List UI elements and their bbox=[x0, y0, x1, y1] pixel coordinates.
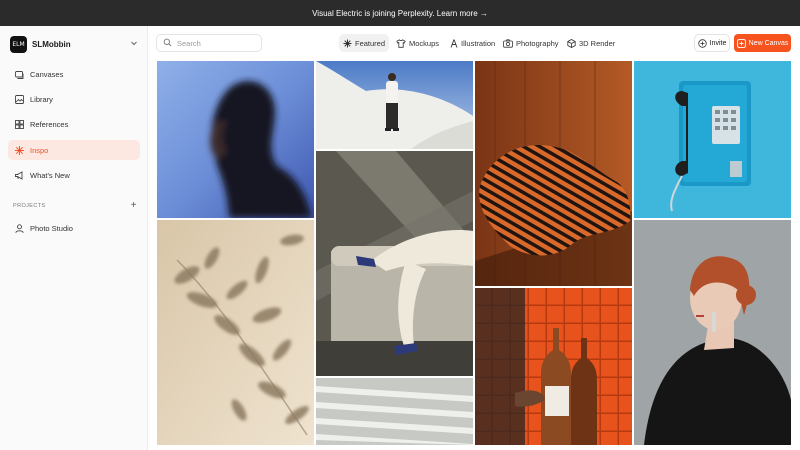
tab-label: Mockups bbox=[409, 38, 440, 48]
sidebar-item-references[interactable]: References bbox=[8, 114, 140, 134]
references-icon bbox=[13, 118, 25, 130]
gallery-image-light-stripes[interactable] bbox=[316, 378, 473, 445]
projects-heading: PROJECTS bbox=[13, 202, 46, 209]
search-input[interactable] bbox=[177, 38, 257, 48]
add-project-plus-icon[interactable]: + bbox=[131, 200, 137, 211]
sparkle-icon bbox=[343, 39, 352, 48]
workspace-logo: ELM bbox=[10, 35, 27, 53]
tshirt-icon bbox=[396, 38, 406, 48]
sidebar-item-whats-new[interactable]: What's New bbox=[8, 165, 140, 185]
new-canvas-button[interactable]: New Canvas bbox=[734, 34, 791, 52]
gallery-image-striped-fabric[interactable] bbox=[475, 61, 632, 286]
tab-mockups[interactable]: Mockups bbox=[392, 34, 443, 52]
tab-label: Photography bbox=[516, 38, 559, 48]
gallery-image-wine-bottles[interactable] bbox=[475, 288, 632, 445]
announcement-banner[interactable]: Visual Electric is joining Perplexity. L… bbox=[0, 0, 800, 26]
workspace-name: SLMobbin bbox=[32, 39, 71, 49]
gallery-image-red-haired-woman[interactable] bbox=[634, 220, 791, 445]
sidebar-item-label: What's New bbox=[30, 170, 70, 180]
gallery-image-legs-on-sofa[interactable] bbox=[316, 151, 473, 376]
tab-illustration[interactable]: Illustration bbox=[446, 34, 499, 52]
gallery-image-blurred-portrait[interactable] bbox=[157, 61, 314, 218]
invite-label: Invite bbox=[709, 39, 727, 47]
sidebar-item-label: Inspo bbox=[30, 145, 49, 155]
workspace-switcher[interactable]: ELM SLMobbin bbox=[10, 35, 138, 53]
tab-label: Featured bbox=[355, 38, 386, 48]
gallery-image-blue-payphone[interactable] bbox=[634, 61, 791, 218]
gallery-image-leaf-shadow[interactable] bbox=[157, 220, 314, 445]
sidebar: ELM SLMobbin Canvases Library References… bbox=[0, 26, 148, 450]
tab-label: 3D Render bbox=[579, 38, 616, 48]
library-icon bbox=[13, 93, 25, 105]
canvases-icon bbox=[13, 68, 25, 80]
sidebar-item-canvases[interactable]: Canvases bbox=[8, 64, 140, 84]
cube-icon bbox=[567, 38, 576, 48]
sidebar-item-label: Canvases bbox=[30, 69, 64, 79]
tab-featured[interactable]: Featured bbox=[339, 34, 390, 52]
top-bar: Featured Mockups Illustration Photograph… bbox=[148, 26, 800, 60]
projects-header: PROJECTS + bbox=[13, 200, 137, 211]
sidebar-item-library[interactable]: Library bbox=[8, 89, 140, 109]
megaphone-icon bbox=[13, 169, 25, 181]
person-icon bbox=[13, 222, 25, 234]
search-icon bbox=[163, 34, 172, 52]
gallery-image-man-white-wall[interactable] bbox=[316, 61, 473, 149]
tab-label: Illustration bbox=[461, 38, 496, 48]
banner-text[interactable]: Visual Electric is joining Perplexity. L… bbox=[312, 9, 488, 18]
sidebar-item-label: References bbox=[30, 119, 69, 129]
sidebar-item-label: Library bbox=[30, 94, 53, 104]
camera-icon bbox=[503, 38, 513, 48]
plus-square-icon bbox=[736, 38, 746, 48]
sidebar-item-inspo[interactable]: Inspo bbox=[8, 140, 140, 160]
pen-nib-icon bbox=[450, 38, 458, 48]
inspo-icon bbox=[13, 144, 25, 156]
sidebar-item-label: Photo Studio bbox=[30, 223, 73, 233]
tab-photography[interactable]: Photography bbox=[499, 34, 563, 52]
new-canvas-label: New Canvas bbox=[748, 39, 789, 47]
search-box[interactable] bbox=[156, 34, 262, 52]
tab-3d-render[interactable]: 3D Render bbox=[563, 34, 619, 52]
sidebar-item-photo-studio[interactable]: Photo Studio bbox=[8, 218, 140, 238]
invite-button[interactable]: Invite bbox=[694, 34, 730, 52]
chevron-down-icon[interactable] bbox=[130, 39, 138, 49]
plus-circle-icon bbox=[697, 38, 707, 48]
